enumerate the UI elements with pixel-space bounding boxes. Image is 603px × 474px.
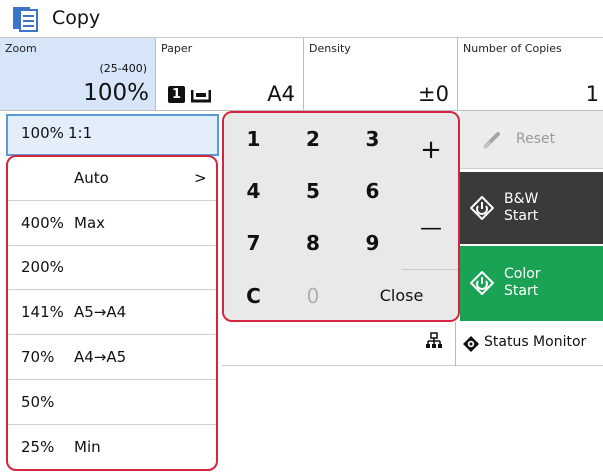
density-value: ±0: [418, 82, 449, 106]
zoom-option-desc: Min: [74, 438, 101, 456]
key-3[interactable]: 3: [343, 113, 403, 166]
key-1[interactable]: 1: [224, 113, 284, 166]
zoom-value: 100%: [83, 80, 149, 106]
zoom-option-desc: Auto: [74, 169, 109, 187]
copies-value: 1: [585, 82, 599, 106]
start-diamond-icon: [470, 271, 494, 295]
status-monitor-label: Status Monitor: [484, 334, 587, 350]
bw-start-button[interactable]: B&W Start: [460, 172, 603, 244]
zoom-option-pct: 25%: [21, 438, 55, 456]
zoom-option-pct: 70%: [21, 348, 55, 366]
status-monitor-button[interactable]: Status Monitor: [455, 322, 603, 366]
status-monitor-icon: [463, 336, 479, 352]
zoom-label: Zoom: [5, 42, 37, 55]
key-8[interactable]: 8: [283, 217, 344, 270]
color-start-line1: Color: [504, 266, 541, 282]
zoom-option-200[interactable]: 200%: [8, 246, 216, 290]
tray-number: 1: [171, 87, 182, 102]
key-4[interactable]: 4: [224, 165, 284, 218]
density-label: Density: [309, 42, 351, 55]
copy-app-icon: [13, 7, 38, 32]
zoom-option-25[interactable]: 25% Min: [8, 426, 216, 469]
key-7[interactable]: 7: [224, 217, 284, 270]
tray-badge-icon: 1: [168, 86, 185, 103]
zoom-option-141[interactable]: 141% A5→A4: [8, 291, 216, 335]
zoom-preset-list: 100% 1:1 Auto > 400% Max 200% 141% A5→A4…: [0, 111, 222, 474]
density-setting[interactable]: Density ±0: [304, 38, 458, 111]
title-bar: Copy: [0, 0, 603, 38]
bw-start-line2: Start: [504, 208, 539, 224]
zoom-range: (25-400): [99, 62, 147, 75]
zoom-option-pct: 200%: [21, 258, 64, 276]
bw-start-line1: B&W: [504, 191, 539, 207]
app-title: Copy: [52, 7, 101, 29]
zoom-option-100[interactable]: 100% 1:1: [6, 114, 219, 156]
reset-icon: [483, 132, 500, 149]
zoom-option-pct: 400%: [21, 214, 64, 232]
increment-button[interactable]: +: [402, 113, 458, 192]
paper-cassette-icon: [191, 90, 211, 103]
key-9[interactable]: 9: [343, 217, 403, 270]
start-diamond-icon: [470, 196, 494, 220]
key-6[interactable]: 6: [343, 165, 403, 218]
key-0[interactable]: 0: [283, 269, 344, 320]
network-icon: [426, 332, 442, 348]
zoom-option-400[interactable]: 400% Max: [8, 202, 216, 246]
key-clear[interactable]: C: [224, 269, 284, 320]
paper-size-value: A4: [267, 82, 295, 106]
color-start-line2: Start: [504, 283, 539, 299]
zoom-option-pct: 141%: [21, 303, 64, 321]
zoom-option-desc: Max: [74, 214, 106, 232]
zoom-option-pct: 100%: [21, 124, 64, 142]
zoom-option-desc: A4→A5: [74, 348, 127, 366]
zoom-option-pct: 50%: [21, 393, 55, 411]
copies-label: Number of Copies: [463, 42, 562, 55]
copies-setting[interactable]: Number of Copies 1: [458, 38, 603, 111]
numeric-keypad: 1 2 3 4 5 6 7 8 9 C 0 Close + —: [222, 111, 460, 322]
zoom-option-50[interactable]: 50%: [8, 381, 216, 425]
reset-button[interactable]: Reset: [460, 111, 603, 169]
paper-setting[interactable]: Paper 1 A4: [156, 38, 304, 111]
key-2[interactable]: 2: [283, 113, 344, 166]
color-start-button[interactable]: Color Start: [460, 246, 603, 321]
reset-label: Reset: [516, 131, 556, 147]
zoom-option-desc: A5→A4: [74, 303, 127, 321]
paper-label: Paper: [161, 42, 193, 55]
zoom-setting[interactable]: Zoom (25-400) 100%: [0, 38, 156, 111]
status-bar: Status Monitor: [222, 322, 603, 366]
decrement-button[interactable]: —: [402, 191, 458, 270]
zoom-option-70[interactable]: 70% A4→A5: [8, 336, 216, 380]
keypad-close-button[interactable]: Close: [343, 269, 458, 320]
key-5[interactable]: 5: [283, 165, 344, 218]
zoom-option-desc: 1:1: [68, 124, 93, 142]
zoom-option-auto[interactable]: Auto >: [8, 157, 216, 201]
chevron-right-icon: >: [194, 169, 207, 187]
